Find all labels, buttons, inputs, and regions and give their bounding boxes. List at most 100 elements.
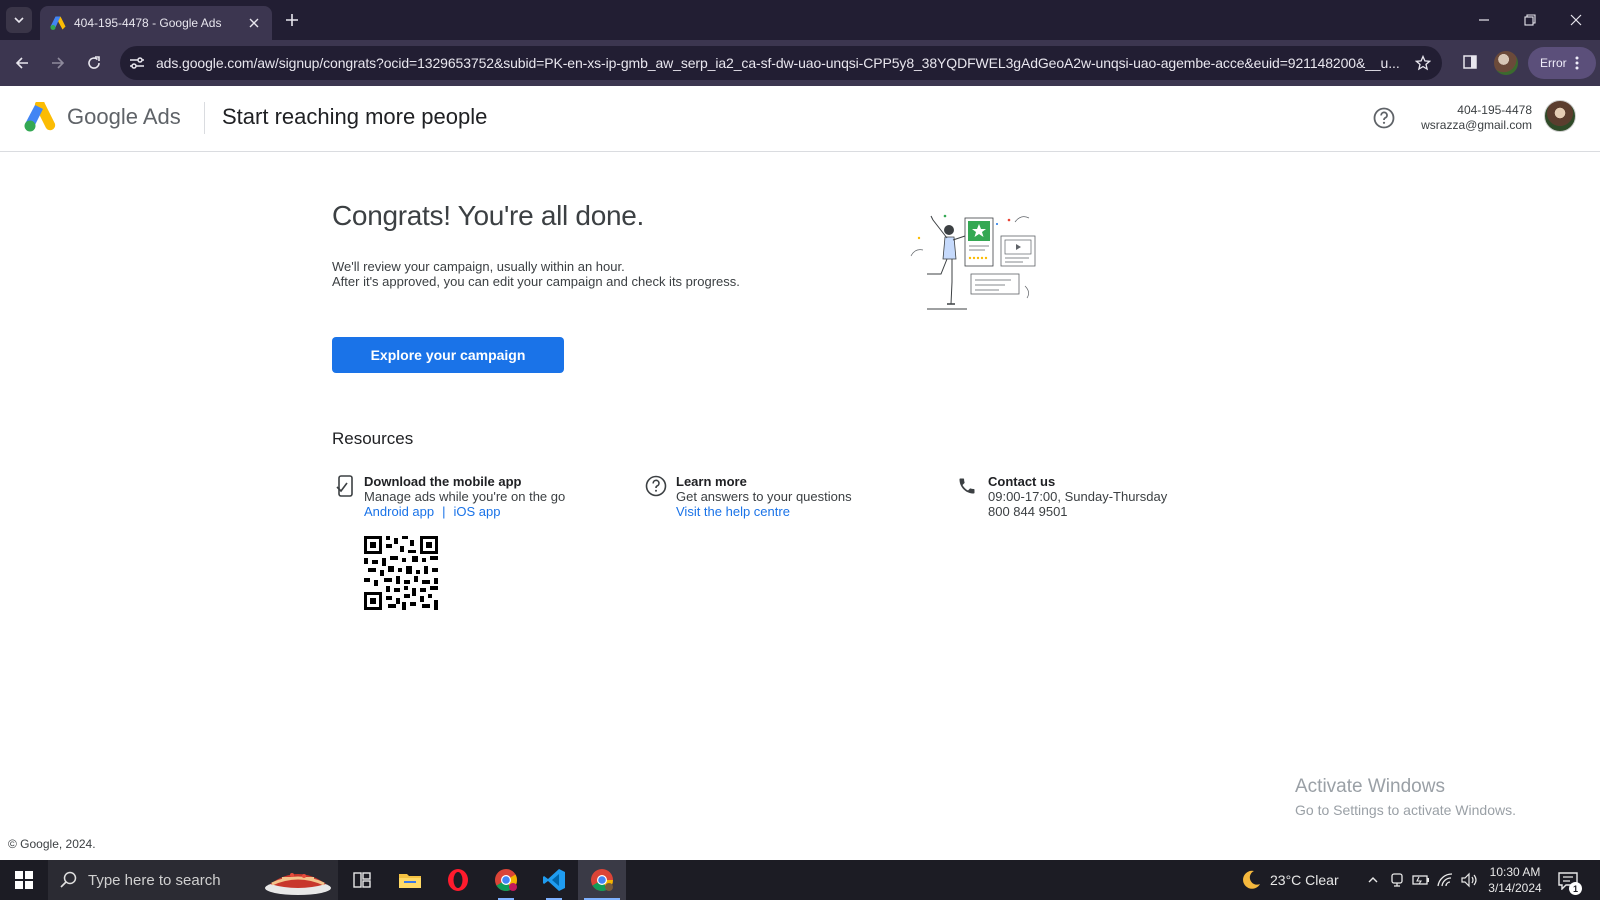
google-ads-logo-icon[interactable] [24,102,56,132]
brand-google: Google [67,104,138,129]
profile-error-button[interactable]: Error [1528,47,1596,79]
address-bar[interactable]: ads.google.com/aw/signup/congrats?ocid=1… [120,46,1442,80]
minimize-button[interactable] [1462,6,1506,34]
pie-day-icon [265,873,331,895]
congrats-heading: Congrats! You're all done. [332,200,644,231]
resources-heading: Resources [332,429,414,448]
plus-icon [286,14,298,26]
bookmark-star-icon[interactable] [1414,54,1432,72]
brand-name: Google Ads [67,104,181,130]
profile-avatar[interactable] [1494,51,1518,75]
notification-center-button[interactable]: 1 [1556,870,1582,895]
taskbar-search-box[interactable]: Type here to search [48,860,338,900]
weather-widget[interactable]: 23°C Clear [1240,860,1339,900]
windows-logo-icon [15,871,33,889]
page-header: Google Ads Start reaching more people 40… [0,86,1600,152]
file-explorer-icon [399,874,421,888]
new-tab-button[interactable] [282,10,302,30]
account-info[interactable]: 404-195-4478 wsrazza@gmail.com [1421,103,1532,133]
forward-button[interactable] [46,51,70,75]
chevron-down-icon [14,17,24,24]
browser-tab[interactable]: 404-195-4478 - Google Ads [40,6,272,40]
battery-icon[interactable] [1412,871,1430,889]
resource-mobile-app: Download the mobile app Manage ads while… [364,474,565,519]
contact-hours: 09:00-17:00, Sunday-Thursday [988,489,1168,504]
mobile-phone-icon [334,475,356,497]
chevron-up-icon [1368,877,1378,883]
taskbar-clock[interactable]: 10:30 AM 3/14/2024 [1482,864,1548,896]
task-view-icon [353,872,371,888]
explore-campaign-button[interactable]: Explore your campaign [332,337,564,373]
close-window-button[interactable] [1554,6,1598,34]
help-icon [1373,107,1395,129]
volume-icon[interactable] [1460,871,1478,889]
clock-date: 3/14/2024 [1488,881,1542,895]
mobile-app-subtitle: Manage ads while you're on the go [364,489,566,504]
celebration-illustration [910,214,1036,310]
watermark-line-2: Go to Settings to activate Windows. [1295,802,1516,818]
contact-phone[interactable]: 800 844 9501 [988,504,1167,519]
arrow-right-icon [52,57,65,69]
site-info-icon[interactable] [128,55,146,71]
url-text[interactable]: ads.google.com/aw/signup/congrats?ocid=1… [156,55,1406,71]
contact-title: Contact us [988,474,1056,489]
help-circle-icon [645,475,667,497]
phone-icon [956,475,978,497]
resource-contact-us: Contact us 09:00-17:00, Sunday-Thursday … [988,474,1167,519]
close-icon [1570,14,1582,26]
congrats-description: We'll review your campaign, usually with… [332,259,740,289]
browser-tab-bar: 404-195-4478 - Google Ads [0,0,1600,40]
side-panel-icon [1463,55,1477,69]
link-separator: | [442,504,446,519]
browser-toolbar: ads.google.com/aw/signup/congrats?ocid=1… [0,40,1600,86]
description-line-2: After it's approved, you can edit your c… [332,274,740,289]
restore-button[interactable] [1508,6,1552,34]
vscode-button[interactable] [530,860,578,900]
ios-app-link[interactable]: iOS app [454,504,501,519]
error-label: Error [1540,56,1567,70]
side-panel-button[interactable] [1460,52,1480,72]
account-id: 404-195-4478 [1457,103,1532,117]
minimize-icon [1479,19,1489,21]
start-button[interactable] [0,860,48,900]
back-button[interactable] [10,51,34,75]
brand-ads: Ads [142,104,181,129]
arrow-left-icon [15,57,28,69]
windows-taskbar: Type here to search 23°C Clear 10:30 AM … [0,860,1600,900]
chrome-active-button[interactable] [578,860,626,900]
moon-icon [1243,870,1260,889]
clock-time: 10:30 AM [1489,865,1541,879]
mobile-app-title: Download the mobile app [364,474,522,489]
search-placeholder: Type here to search [88,871,221,889]
tab-search-button[interactable] [6,7,32,33]
chrome-profile-button[interactable] [482,860,530,900]
meet-now-icon[interactable] [1388,871,1406,889]
tab-title: 404-195-4478 - Google Ads [74,16,222,30]
help-button[interactable] [1372,106,1396,130]
opera-button[interactable] [434,860,482,900]
task-view-button[interactable] [338,860,386,900]
wifi-icon[interactable] [1436,871,1454,889]
vscode-icon [543,869,565,891]
learn-more-title: Learn more [676,474,747,489]
search-icon [60,871,77,888]
reload-button[interactable] [82,51,106,75]
help-centre-link[interactable]: Visit the help centre [676,504,852,519]
google-ads-favicon-icon [50,15,66,31]
more-vert-icon [1575,56,1579,70]
android-app-link[interactable]: Android app [364,504,434,519]
reload-icon [88,56,100,69]
watermark-line-1: Activate Windows [1295,776,1445,797]
opera-icon [448,869,468,891]
weather-text: 23°C Clear [1270,872,1339,888]
close-tab-icon[interactable] [246,15,262,31]
file-explorer-button[interactable] [386,860,434,900]
show-hidden-icons-button[interactable] [1364,871,1382,889]
account-avatar[interactable] [1544,100,1576,132]
chrome-icon [495,869,517,891]
restore-icon [1524,14,1536,26]
notification-count: 1 [1569,882,1582,895]
activate-windows-watermark: Activate Windows Go to Settings to activ… [1295,776,1516,818]
description-line-1: We'll review your campaign, usually with… [332,259,625,274]
account-email: wsrazza@gmail.com [1421,118,1532,132]
